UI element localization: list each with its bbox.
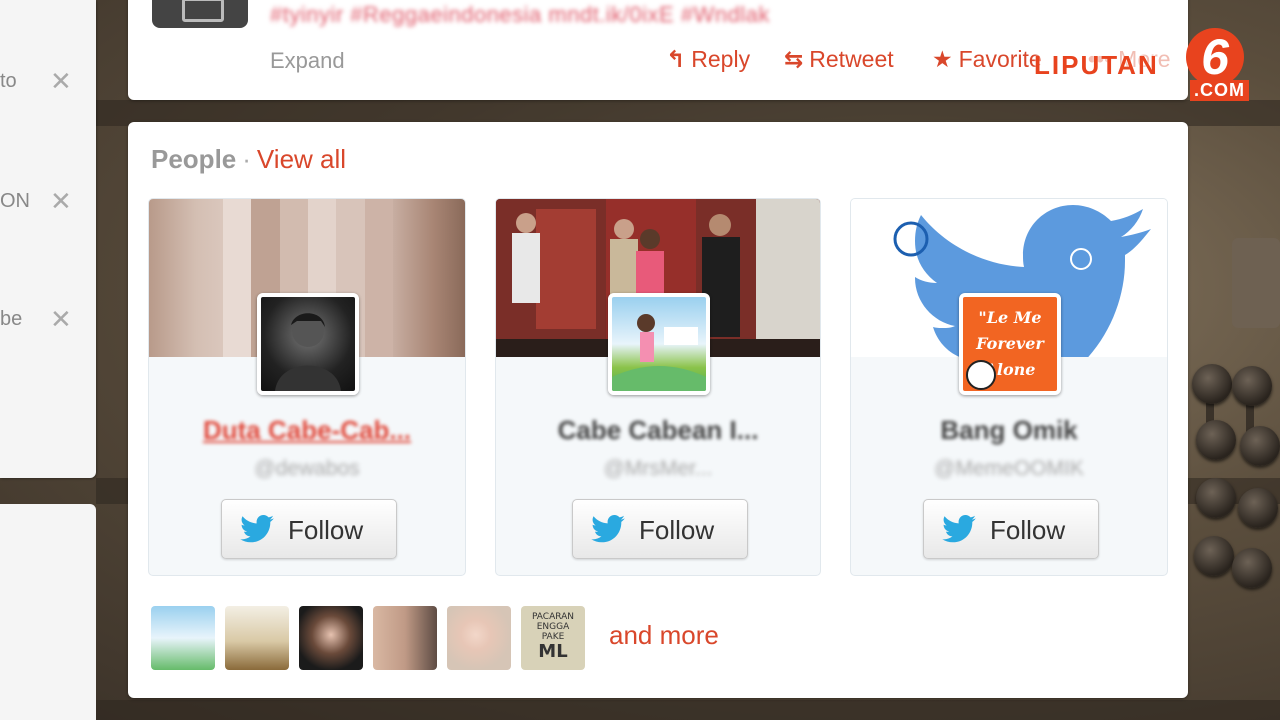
pixel-block — [336, 199, 365, 231]
follow-label: Follow — [990, 515, 1066, 545]
pixel-block — [336, 262, 365, 294]
pixel-block — [364, 325, 393, 357]
sidebar-item[interactable]: be ✕ — [0, 304, 96, 334]
pixel-block — [336, 230, 365, 263]
view-all-link[interactable]: View all — [257, 144, 346, 174]
watermark-number: 6 — [1186, 28, 1244, 86]
pixel-block — [308, 230, 337, 263]
user-card[interactable]: Duta Cabe-Cab... @dewabos Follow — [148, 198, 466, 576]
follow-button[interactable]: Follow — [923, 499, 1099, 559]
user-card[interactable]: "Le Me Forever Alone Bang Omik @MemeOOMI… — [850, 198, 1168, 576]
reply-icon: ↰ — [666, 46, 686, 72]
watermark-domain: .COM — [1190, 80, 1249, 101]
separator: · — [242, 144, 251, 174]
people-header: People · View all — [151, 144, 346, 175]
pixel-block — [364, 230, 393, 263]
user-thumbnail[interactable] — [225, 606, 289, 670]
pixel-block — [279, 262, 308, 294]
user-name[interactable]: Duta Cabe-Cab... — [149, 415, 465, 446]
pixel-block — [223, 230, 252, 263]
pixel-block — [279, 230, 308, 263]
retweet-button[interactable]: ⇆ Retweet — [784, 46, 894, 73]
thumb-text-1: PACARAN — [531, 612, 575, 622]
reply-label: Reply — [691, 46, 751, 72]
avatar[interactable] — [257, 293, 359, 395]
sidebar-item[interactable]: to ✕ — [0, 66, 96, 96]
and-more-link[interactable]: and more — [609, 620, 719, 651]
follow-button[interactable]: Follow — [572, 499, 748, 559]
meme-face-icon — [966, 360, 996, 390]
pixel-block — [251, 230, 280, 263]
close-icon[interactable]: ✕ — [50, 186, 72, 217]
pixel-block — [223, 199, 252, 231]
user-thumbnail[interactable] — [299, 606, 363, 670]
expand-link[interactable]: Expand — [270, 48, 345, 74]
watermark-brand: LIPUTAN — [1034, 50, 1159, 80]
retweet-icon: ⇆ — [784, 46, 804, 72]
pixel-block — [308, 199, 337, 231]
pixel-block — [364, 262, 393, 294]
pixel-block — [223, 325, 252, 357]
pixel-block — [364, 293, 393, 326]
avatar[interactable] — [608, 293, 710, 395]
close-icon[interactable]: ✕ — [50, 304, 72, 335]
pixel-block — [308, 262, 337, 294]
thumb-text-2: ENGGA — [536, 622, 570, 632]
sidebar-item-label: be — [0, 308, 23, 330]
star-icon: ★ — [932, 46, 953, 72]
twitter-bird-icon — [942, 515, 976, 543]
user-thumbnail[interactable] — [447, 606, 511, 670]
tweet-avatar[interactable] — [152, 0, 248, 28]
tweet-card: #tyinyir #Reggaeindonesia mndt.ik/0ixE #… — [128, 0, 1188, 100]
user-name[interactable]: Cabe Cabean I... — [496, 415, 820, 446]
pixel-block — [251, 262, 280, 294]
sidebar-item[interactable]: ON ✕ — [0, 186, 96, 216]
user-thumbnail[interactable]: PACARAN ENGGA PAKE ML — [521, 606, 585, 670]
sidebar-panel: to ✕ ON ✕ be ✕ — [0, 0, 96, 478]
close-icon[interactable]: ✕ — [50, 66, 72, 97]
thumb-text-4: ML — [538, 641, 568, 662]
pixel-block — [364, 199, 393, 231]
liputan6-watermark: LIPUTAN 6 .COM — [1034, 28, 1274, 101]
twitter-bird-icon — [591, 515, 625, 543]
user-handle: @MrsMer... — [603, 457, 713, 480]
pixel-block — [223, 262, 252, 294]
pixel-block — [279, 199, 308, 231]
people-title: People — [151, 144, 237, 174]
people-card: People · View all Duta Cabe-Cab... @dewabo… — [128, 122, 1188, 698]
sidebar-item-label: ON — [0, 190, 30, 212]
user-thumbnail[interactable] — [373, 606, 437, 670]
user-handle: @dewabos — [254, 457, 360, 480]
sidebar-panel-lower — [0, 504, 96, 720]
reply-button[interactable]: ↰ Reply — [666, 46, 750, 73]
user-thumbnail[interactable] — [151, 606, 215, 670]
person-silhouette-icon — [275, 313, 341, 391]
pixel-block — [251, 199, 280, 231]
favorite-button[interactable]: ★ Favorite — [932, 46, 1042, 73]
pixel-block — [223, 293, 252, 326]
user-name[interactable]: Bang Omik — [851, 415, 1167, 446]
cartoon-avatar — [612, 314, 706, 391]
sidebar-item-label: to — [0, 70, 17, 92]
avatar[interactable]: "Le Me Forever Alone — [959, 293, 1061, 395]
follow-label: Follow — [288, 515, 364, 545]
retweet-label: Retweet — [809, 46, 894, 72]
user-card[interactable]: Cabe Cabean I... @MrsMer... Follow — [495, 198, 821, 576]
favorite-label: Favorite — [958, 46, 1042, 72]
twitter-bird-icon — [240, 515, 274, 543]
user-handle: @MemeOOMIK — [934, 457, 1084, 480]
tweet-text: #tyinyir #Reggaeindonesia mndt.ik/0ixE #… — [270, 2, 770, 27]
follow-label: Follow — [639, 515, 715, 545]
follow-button[interactable]: Follow — [221, 499, 397, 559]
